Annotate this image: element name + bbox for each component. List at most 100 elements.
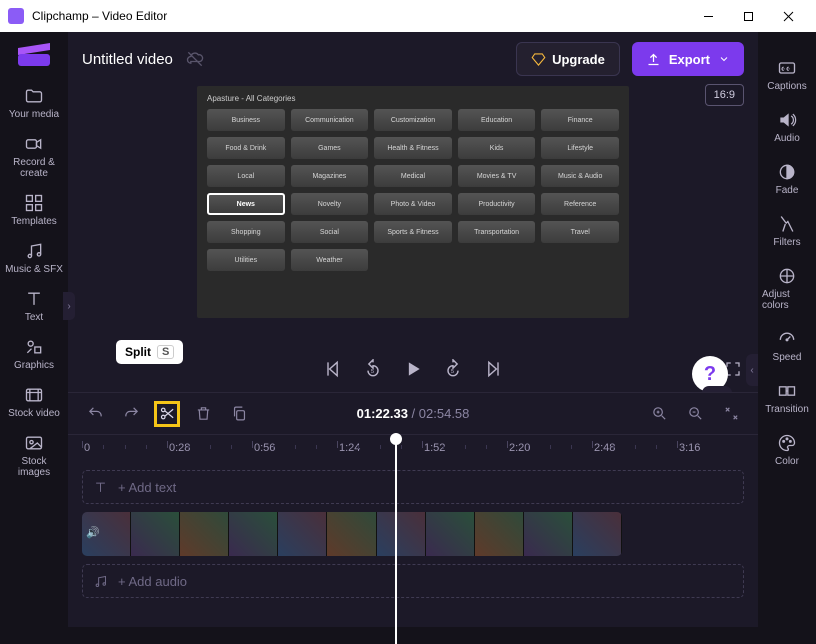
delete-button[interactable]: [190, 401, 216, 427]
duplicate-button[interactable]: [226, 401, 252, 427]
sidebar-item-label: Stock video: [8, 408, 60, 419]
zoom-in-button[interactable]: [646, 401, 672, 427]
sidebar-item-label: Record & create: [4, 157, 64, 179]
sidebar-item-audio[interactable]: Audio: [762, 104, 812, 150]
ruler-label: 2:48: [594, 442, 615, 454]
shortcut-key: S: [157, 345, 174, 359]
window-titlebar: Clipchamp – Video Editor: [0, 0, 816, 32]
preview-category-cell: Novelty: [291, 193, 369, 215]
sidebar-item-fade[interactable]: Fade: [762, 156, 812, 202]
timecode-display: 01:22.33 / 02:54.58: [357, 406, 470, 421]
sidebar-item-label: Text: [25, 312, 43, 323]
preview-category-cell: Sports & Fitness: [374, 221, 452, 243]
left-sidebar: Your media Record & create Templates Mus…: [0, 32, 68, 627]
forward-5-icon[interactable]: 5: [443, 359, 463, 379]
sidebar-item-music-sfx[interactable]: Music & SFX: [4, 235, 64, 281]
maximize-button[interactable]: [728, 1, 768, 31]
svg-text:5: 5: [371, 369, 374, 375]
preview-category-cell: Health & Fitness: [374, 137, 452, 159]
playback-controls: Split S 5 5 ? ‹ ⌄: [68, 346, 758, 392]
sidebar-item-graphics[interactable]: Graphics: [4, 331, 64, 377]
preview-category-cell: Local: [207, 165, 285, 187]
preview-category-cell: Social: [291, 221, 369, 243]
sidebar-item-label: Music & SFX: [5, 264, 63, 275]
sidebar-item-label: Your media: [9, 109, 59, 120]
sidebar-item-label: Graphics: [14, 360, 54, 371]
minimize-button[interactable]: [688, 1, 728, 31]
collapse-right-button[interactable]: ‹: [746, 354, 758, 386]
timeline-toolbar: 01:22.33 / 02:54.58: [68, 392, 758, 434]
preview-category-cell: Customization: [374, 109, 452, 131]
preview-category-cell: Lifestyle: [541, 137, 619, 159]
sidebar-item-label: Templates: [11, 216, 57, 227]
play-icon[interactable]: [403, 359, 423, 379]
preview-category-cell: Travel: [541, 221, 619, 243]
music-icon: [93, 574, 108, 589]
ruler-label: 1:24: [339, 442, 360, 454]
cloud-sync-icon: [185, 49, 205, 69]
video-title[interactable]: Untitled video: [82, 51, 173, 68]
preview-category-cell: Magazines: [291, 165, 369, 187]
preview-category-cell: Business: [207, 109, 285, 131]
preview-category-cell: Education: [458, 109, 536, 131]
close-button[interactable]: [768, 1, 808, 31]
sidebar-item-templates[interactable]: Templates: [4, 187, 64, 233]
preview-category-cell: Transportation: [458, 221, 536, 243]
text-icon: [93, 480, 108, 495]
sidebar-item-text[interactable]: Text: [4, 283, 64, 329]
ruler-label: 0:56: [254, 442, 275, 454]
ruler-label: 0: [84, 442, 90, 454]
skip-back-icon[interactable]: [323, 359, 343, 379]
app-logo-icon: [8, 8, 24, 24]
preview-canvas[interactable]: Apasture - All Categories Business Commun…: [197, 86, 629, 318]
sidebar-item-label: Stock images: [4, 456, 64, 478]
sidebar-item-speed[interactable]: Speed: [762, 323, 812, 369]
preview-category-cell: Shopping: [207, 221, 285, 243]
sidebar-item-stock-images[interactable]: Stock images: [4, 427, 64, 484]
sidebar-item-stock-video[interactable]: Stock video: [4, 379, 64, 425]
preview-category-cell: Food & Drink: [207, 137, 285, 159]
right-sidebar: Captions Audio Fade Filters Adjust color…: [758, 32, 816, 627]
volume-icon: 🔊: [86, 526, 100, 539]
undo-button[interactable]: [82, 401, 108, 427]
diamond-icon: [531, 52, 546, 67]
sidebar-item-transition[interactable]: Transition: [762, 375, 812, 421]
export-button[interactable]: Export: [632, 42, 744, 76]
ruler-label: 1:52: [424, 442, 445, 454]
timeline-tracks: + Add text 🔊 + Add audio: [68, 464, 758, 627]
sidebar-item-your-media[interactable]: Your media: [4, 80, 64, 126]
rewind-5-icon[interactable]: 5: [363, 359, 383, 379]
ruler-label: 0:28: [169, 442, 190, 454]
timeline-ruler[interactable]: 00:280:561:241:522:202:483:16: [68, 434, 758, 464]
preview-area: 16:9 Apasture - All Categories Business C…: [68, 86, 758, 346]
split-button[interactable]: [154, 401, 180, 427]
upload-icon: [646, 52, 661, 67]
upgrade-button[interactable]: Upgrade: [516, 42, 620, 76]
main-area: › Untitled video Upgrade Export 16:9 Apa…: [68, 32, 758, 627]
skip-forward-icon[interactable]: [483, 359, 503, 379]
preview-category-cell: Communication: [291, 109, 369, 131]
preview-heading: Apasture - All Categories: [207, 94, 619, 103]
redo-button[interactable]: [118, 401, 144, 427]
sidebar-item-record-create[interactable]: Record & create: [4, 128, 64, 185]
preview-category-cell: Music & Audio: [541, 165, 619, 187]
preview-category-cell: Photo & Video: [374, 193, 452, 215]
aspect-ratio-button[interactable]: 16:9: [705, 84, 744, 106]
preview-category-cell: Movies & TV: [458, 165, 536, 187]
editor-header: Untitled video Upgrade Export: [68, 32, 758, 86]
playhead[interactable]: [395, 434, 397, 644]
preview-category-cell: Medical: [374, 165, 452, 187]
audio-track-placeholder[interactable]: + Add audio: [82, 564, 744, 598]
sidebar-item-adjust-colors[interactable]: Adjust colors: [762, 260, 812, 317]
sidebar-item-captions[interactable]: Captions: [762, 52, 812, 98]
app-title: Clipchamp – Video Editor: [32, 9, 688, 23]
preview-category-cell: Finance: [541, 109, 619, 131]
video-clip[interactable]: 🔊: [82, 512, 622, 556]
split-tooltip: Split S: [116, 340, 183, 364]
text-track-placeholder[interactable]: + Add text: [82, 470, 744, 504]
zoom-fit-button[interactable]: [718, 401, 744, 427]
zoom-out-button[interactable]: [682, 401, 708, 427]
sidebar-item-filters[interactable]: Filters: [762, 208, 812, 254]
sidebar-item-color[interactable]: Color: [762, 427, 812, 473]
ruler-label: 2:20: [509, 442, 530, 454]
